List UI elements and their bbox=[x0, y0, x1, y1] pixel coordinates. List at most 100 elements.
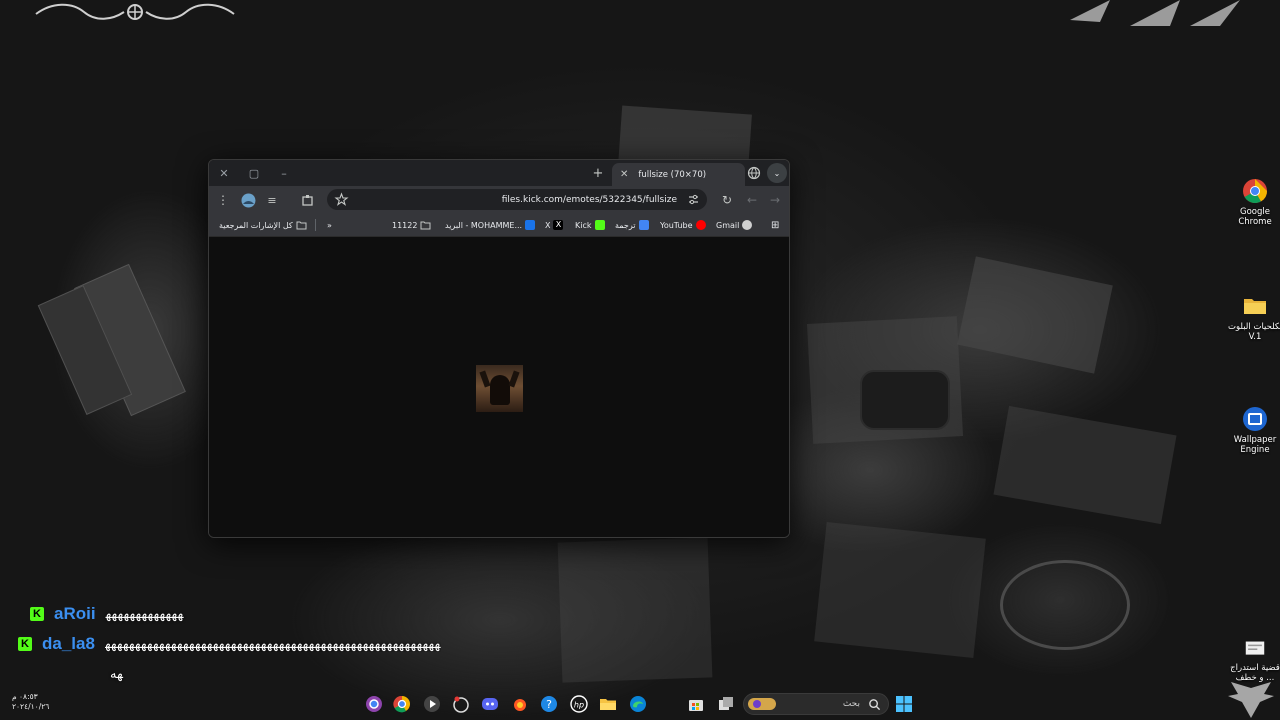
back-icon[interactable]: ← bbox=[742, 190, 762, 210]
svg-text:?: ? bbox=[546, 698, 552, 711]
minimize-button[interactable]: – bbox=[269, 160, 299, 186]
taskbar-edge[interactable] bbox=[628, 694, 648, 714]
wallpaper-cup bbox=[1000, 560, 1130, 650]
forward-icon[interactable]: → bbox=[765, 190, 785, 210]
bookmark-translate[interactable]: ترجمة bbox=[615, 218, 649, 232]
wallpaper-corner-graphic bbox=[1070, 0, 1240, 26]
play-icon bbox=[424, 696, 440, 712]
profile-avatar[interactable] bbox=[238, 190, 258, 210]
emote-figure bbox=[490, 375, 510, 405]
taskbar-app-6[interactable] bbox=[510, 694, 530, 714]
taskbar-file-explorer[interactable] bbox=[598, 694, 618, 714]
taskbar-app-7[interactable]: ? bbox=[539, 694, 559, 714]
bookmark-x[interactable]: X X bbox=[545, 218, 564, 232]
bookmark-kick[interactable]: Kick bbox=[575, 218, 605, 232]
bookmarks-overflow-icon[interactable]: » bbox=[327, 218, 332, 232]
chrome-icon bbox=[1243, 179, 1267, 204]
bookmark-label: ترجمة bbox=[615, 220, 636, 230]
start-button[interactable] bbox=[894, 694, 914, 714]
bookmarks-divider bbox=[315, 219, 316, 231]
store-icon bbox=[689, 700, 703, 711]
menu-kebab-icon[interactable]: ⋮ bbox=[213, 190, 233, 210]
wallpaper-gavel bbox=[860, 370, 950, 430]
wallpaper-ornament bbox=[35, 3, 235, 20]
outlook-icon bbox=[525, 220, 536, 230]
bookmark-youtube[interactable]: YouTube bbox=[660, 218, 706, 232]
page-viewport bbox=[209, 237, 789, 537]
bookmark-gmail[interactable]: Gmail bbox=[716, 218, 753, 232]
reload-icon[interactable]: ↻ bbox=[717, 190, 737, 210]
tab-title: fullsize (70×70) bbox=[638, 169, 707, 180]
bookmark-label: Kick bbox=[575, 220, 592, 230]
taskbar-discord[interactable] bbox=[480, 694, 500, 714]
bookmark-star-icon[interactable] bbox=[334, 192, 349, 207]
support-assistant-icon: ? bbox=[541, 696, 557, 712]
bookmark-outlook[interactable]: البريد - MOHAMME... bbox=[445, 218, 536, 232]
new-tab-button[interactable]: + bbox=[589, 160, 607, 186]
folder-icon bbox=[1244, 299, 1266, 314]
desktop-icon-document[interactable]: قضية استدراج ... و خطف bbox=[1225, 640, 1280, 683]
translate-icon bbox=[638, 220, 649, 230]
address-text: files.kick.com/emotes/5322345/fullsize bbox=[501, 194, 677, 205]
site-settings-icon[interactable] bbox=[686, 192, 701, 207]
svg-text:hp: hp bbox=[574, 701, 584, 710]
puzzle-icon bbox=[301, 194, 313, 206]
bookmark-11122[interactable]: 11122 bbox=[392, 218, 431, 232]
bookmark-label: Gmail bbox=[716, 220, 740, 230]
bookmark-label: YouTube bbox=[660, 220, 693, 230]
chat-text: ﻬﻪ bbox=[110, 666, 124, 681]
taskbar-app-1[interactable] bbox=[364, 694, 384, 714]
bookmark-label: البريد - MOHAMME... bbox=[445, 220, 523, 230]
taskbar: ? hp بحث bbox=[0, 688, 1280, 720]
hp-icon: hp bbox=[570, 695, 588, 713]
close-tab-icon[interactable]: ✕ bbox=[620, 169, 628, 180]
kick-icon bbox=[594, 220, 605, 230]
cloud-app-icon bbox=[514, 699, 526, 711]
chat-message: K aRoii ﻬﻬﻬﻬﻬﻬﻬﻬﻬﻬﻬﻬﻬ bbox=[30, 602, 184, 626]
taskbar-task-view[interactable] bbox=[716, 694, 736, 714]
chrome-icon bbox=[393, 695, 410, 713]
avatar-icon bbox=[241, 193, 255, 207]
youtube-icon bbox=[695, 220, 706, 230]
document-icon bbox=[1245, 641, 1265, 655]
bookmark-label: 11122 bbox=[392, 220, 418, 230]
folder-icon bbox=[296, 221, 307, 230]
all-bookmarks-label: كل الإشارات المرجعية bbox=[219, 220, 293, 230]
taskbar-search[interactable]: بحث bbox=[743, 693, 889, 715]
desktop-icon-wallpaper-engine[interactable]: Wallpaper Engine bbox=[1225, 406, 1280, 455]
tab-fullsize[interactable]: ✕ fullsize (70×70) bbox=[612, 163, 745, 186]
desktop-icon-label: Wallpaper Engine bbox=[1233, 435, 1277, 455]
all-bookmarks[interactable]: كل الإشارات المرجعية bbox=[219, 218, 307, 232]
taskbar-app-4[interactable] bbox=[451, 694, 471, 714]
apps-grid-icon[interactable]: ⊞ bbox=[771, 218, 779, 232]
gmail-icon bbox=[742, 220, 753, 230]
chrome-profile-icon bbox=[366, 696, 382, 712]
reading-list-icon[interactable]: ≡ bbox=[262, 190, 282, 210]
taskbar-hp[interactable]: hp bbox=[569, 694, 589, 714]
taskbar-media-player[interactable] bbox=[422, 694, 442, 714]
emote-arm bbox=[508, 370, 520, 388]
desktop-icon-folder[interactable]: تكلحيات البلوت V.1 bbox=[1225, 293, 1280, 342]
title-bar: ✕ ▢ – + ✕ fullsize (70×70) ⌄ bbox=[209, 160, 789, 186]
wallpaper-paper bbox=[957, 256, 1113, 374]
browser-window: ✕ ▢ – + ✕ fullsize (70×70) ⌄ ⋮ ≡ files.k… bbox=[208, 159, 790, 538]
maximize-button[interactable]: ▢ bbox=[239, 160, 269, 186]
kick-badge-icon: K bbox=[18, 637, 32, 651]
task-view-icon bbox=[719, 697, 733, 710]
windows-icon bbox=[896, 696, 912, 712]
desktop-icon-label: Google Chrome bbox=[1238, 207, 1272, 227]
wallpaper-paper bbox=[814, 521, 986, 659]
wallpaper-engine-icon bbox=[1243, 407, 1267, 431]
close-window-button[interactable]: ✕ bbox=[209, 160, 239, 186]
tab-search-button[interactable]: ⌄ bbox=[767, 163, 787, 183]
desktop-icon-chrome[interactable]: Google Chrome bbox=[1225, 178, 1280, 227]
bookmark-label: X bbox=[545, 220, 551, 230]
taskbar-chrome[interactable] bbox=[392, 694, 412, 714]
wallpaper-paper bbox=[557, 537, 713, 683]
extensions-icon[interactable] bbox=[297, 190, 317, 210]
folder-icon bbox=[600, 699, 616, 710]
folder-icon bbox=[420, 221, 431, 230]
globe-icon[interactable] bbox=[747, 166, 761, 180]
taskbar-store[interactable] bbox=[686, 694, 706, 714]
address-bar[interactable]: files.kick.com/emotes/5322345/fullsize bbox=[327, 189, 707, 210]
